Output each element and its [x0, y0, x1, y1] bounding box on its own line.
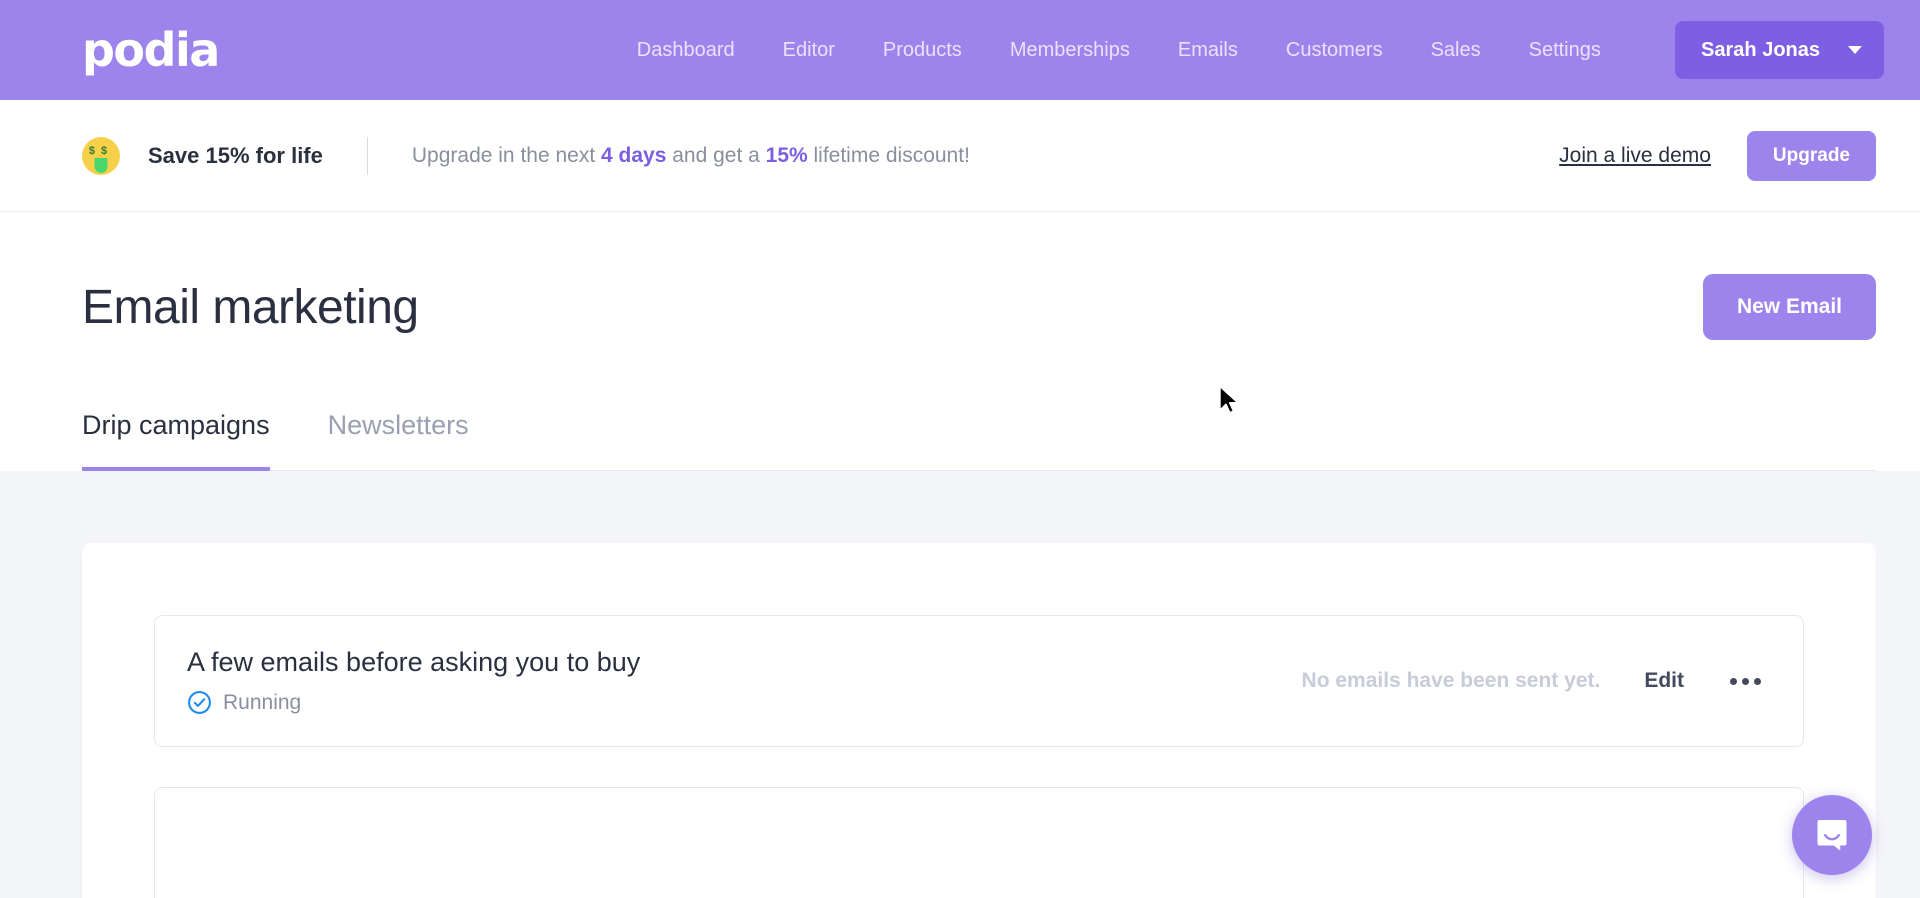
banner-percent-value: 15% — [765, 143, 808, 167]
campaign-sent-note: No emails have been sent yet. — [1301, 669, 1601, 692]
tab-newsletters[interactable]: Newsletters — [328, 410, 469, 471]
nav-item-editor[interactable]: Editor — [783, 39, 835, 62]
top-navigation-bar: podia Dashboard Editor Products Membersh… — [0, 0, 1920, 100]
nav-item-dashboard[interactable]: Dashboard — [637, 39, 735, 62]
money-mouth-face-emoji: $$ — [82, 136, 120, 175]
campaign-actions: No emails have been sent yet. Edit — [1302, 669, 1763, 693]
main-content: A few emails before asking you to buy Ru… — [0, 543, 1920, 898]
campaign-row[interactable]: A few emails before asking you to buy Ru… — [154, 615, 1804, 747]
banner-days-value: 4 days — [601, 143, 667, 167]
page-header: Email marketing New Email Drip campaigns… — [0, 212, 1920, 471]
tab-bar: Drip campaigns Newsletters — [82, 410, 1876, 471]
nav-item-products[interactable]: Products — [883, 39, 962, 62]
chat-bubble-icon — [1817, 820, 1847, 851]
nav-item-memberships[interactable]: Memberships — [1010, 39, 1130, 62]
campaign-status: Running — [187, 690, 640, 715]
campaign-status-label: Running — [223, 690, 302, 714]
banner-divider — [366, 136, 368, 175]
campaign-info: A few emails before asking you to buy Ru… — [187, 647, 640, 715]
chevron-down-icon — [1848, 46, 1862, 54]
promo-banner: $$ Save 15% for life Upgrade in the next… — [0, 100, 1920, 212]
tab-drip-campaigns[interactable]: Drip campaigns — [82, 410, 270, 471]
banner-title: Save 15% for life — [148, 142, 323, 168]
banner-message-middle: and get a — [666, 143, 766, 167]
podia-logo[interactable]: podia — [82, 27, 220, 73]
campaigns-panel: A few emails before asking you to buy Ru… — [82, 543, 1876, 898]
ellipsis-icon[interactable] — [1728, 672, 1763, 691]
nav-item-customers[interactable]: Customers — [1286, 39, 1383, 62]
campaign-row[interactable] — [154, 787, 1804, 898]
nav-item-settings[interactable]: Settings — [1529, 39, 1601, 62]
user-account-menu[interactable]: Sarah Jonas — [1675, 21, 1884, 79]
page-header-row: Email marketing New Email — [82, 212, 1876, 340]
page-title: Email marketing — [82, 280, 419, 334]
check-circle-icon — [188, 691, 211, 714]
banner-message-prefix: Upgrade in the next — [411, 143, 601, 167]
campaign-edit-link[interactable]: Edit — [1644, 669, 1684, 693]
campaign-title: A few emails before asking you to buy — [187, 647, 641, 677]
banner-message: Upgrade in the next 4 days and get a 15%… — [412, 144, 970, 168]
upgrade-button[interactable]: Upgrade — [1746, 130, 1876, 181]
banner-message-suffix: lifetime discount! — [807, 143, 970, 167]
join-live-demo-link[interactable]: Join a live demo — [1559, 144, 1711, 168]
new-email-button[interactable]: New Email — [1702, 274, 1876, 340]
banner-actions: Join a live demo Upgrade — [1559, 130, 1876, 181]
user-name-label: Sarah Jonas — [1701, 38, 1820, 61]
nav-item-emails[interactable]: Emails — [1178, 39, 1238, 62]
nav-item-sales[interactable]: Sales — [1431, 39, 1481, 62]
intercom-messenger-launcher[interactable] — [1792, 795, 1872, 875]
main-nav: Dashboard Editor Products Memberships Em… — [637, 39, 1601, 62]
